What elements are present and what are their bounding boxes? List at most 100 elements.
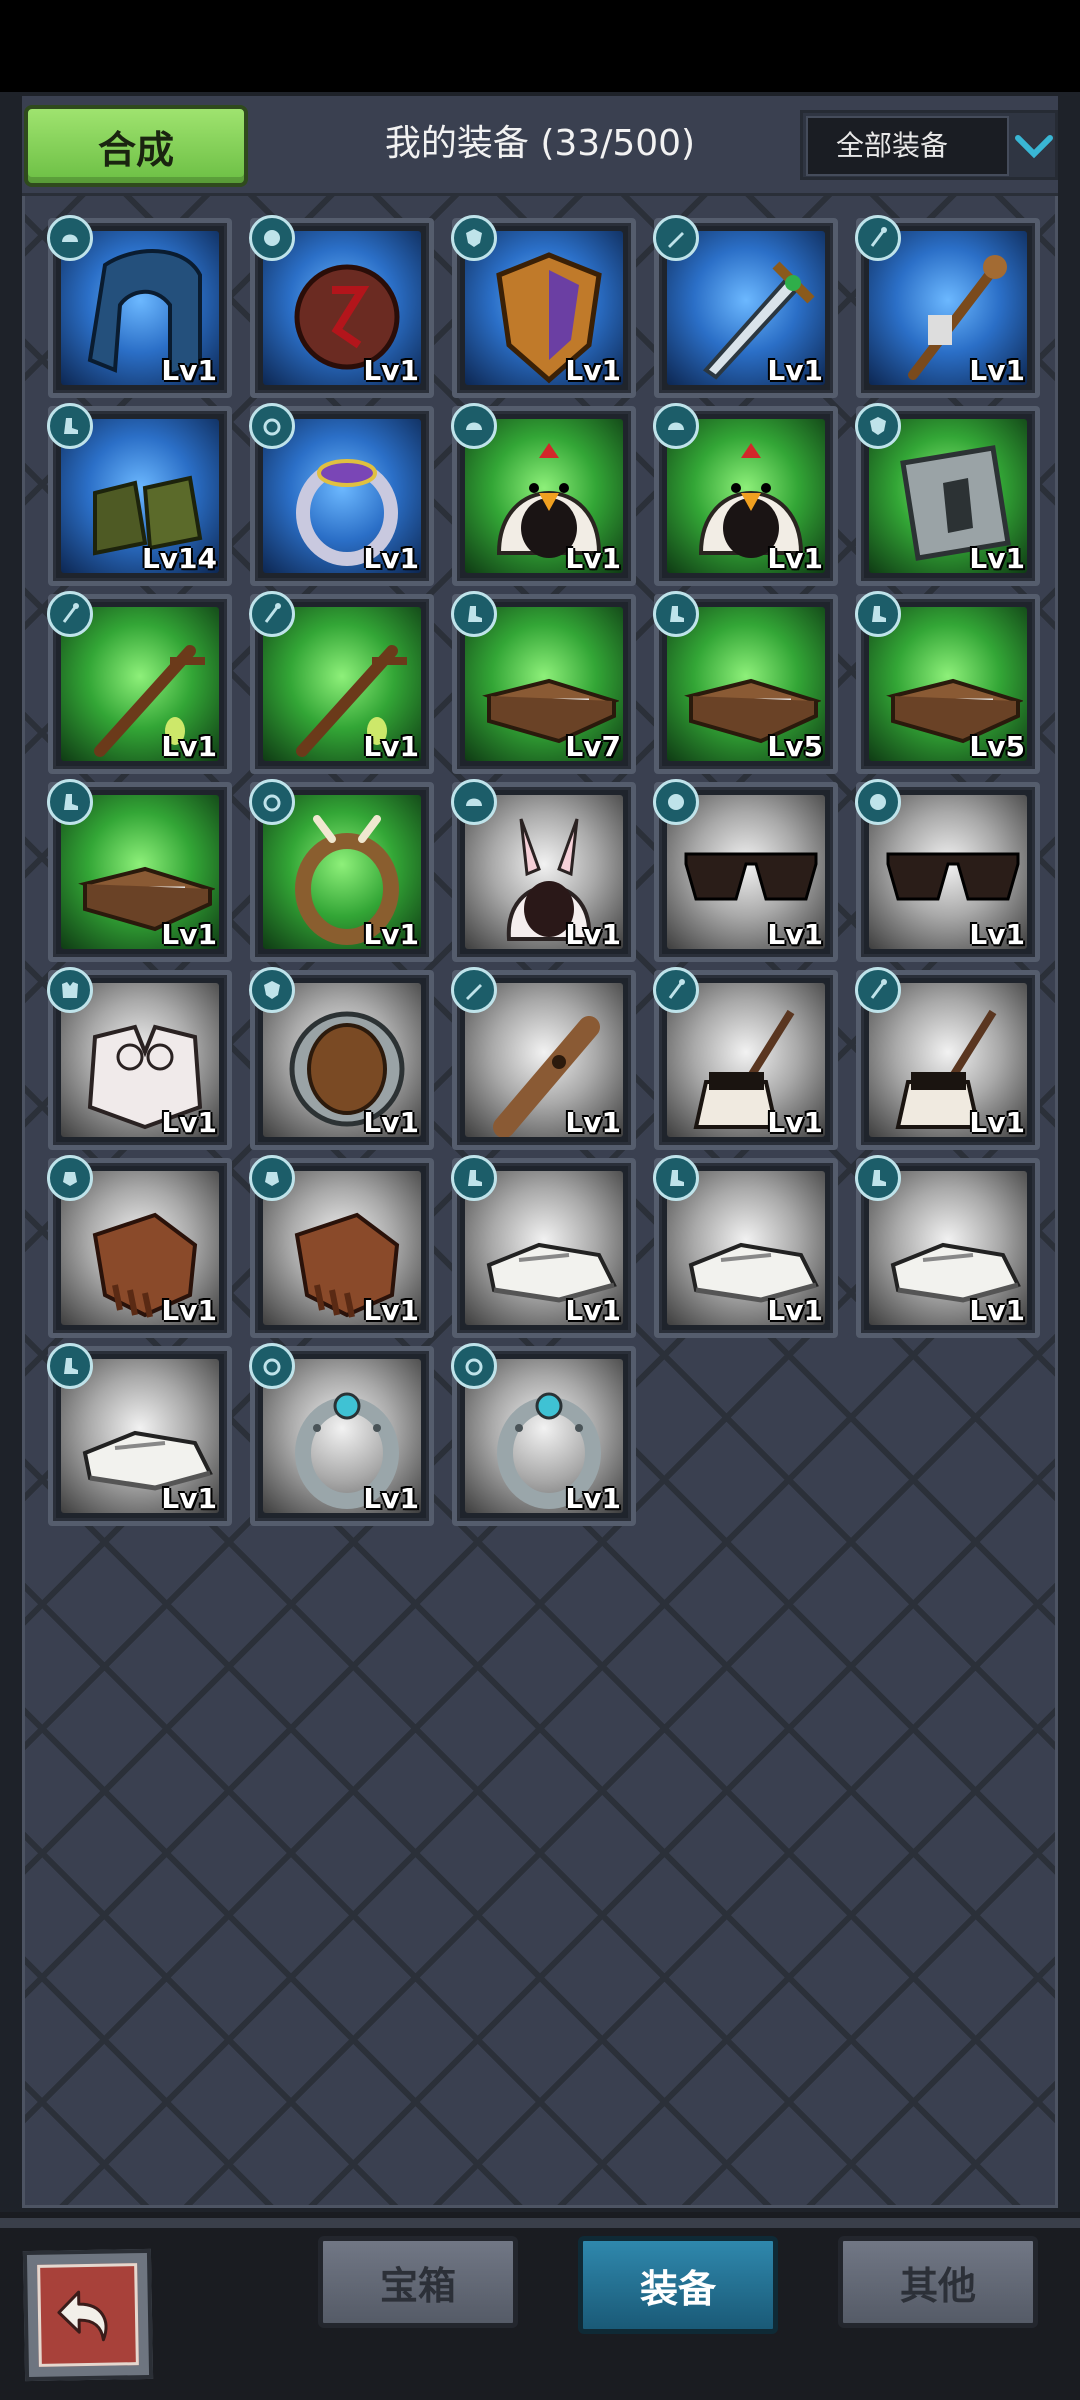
offhand-slot-icon	[249, 967, 295, 1013]
filter-select[interactable]: 全部装备	[806, 116, 1009, 176]
helmet-slot-icon	[451, 403, 497, 449]
item-level: Lv1	[161, 354, 217, 387]
tab-equipment[interactable]: 装备	[578, 2236, 778, 2334]
item-level: Lv1	[565, 918, 621, 951]
staff-slot-icon	[47, 591, 93, 637]
boots-slot-icon	[451, 591, 497, 637]
item-level: Lv1	[565, 542, 621, 575]
bottom-divider	[0, 2218, 1080, 2228]
item-level: Lv7	[565, 730, 621, 763]
equipment-slot-chicken-hat[interactable]: Lv1	[653, 403, 838, 586]
item-level: Lv1	[767, 1106, 823, 1139]
equipment-slot-metal-ring[interactable]: Lv1	[451, 1343, 636, 1526]
item-level: Lv1	[363, 542, 419, 575]
helmet-slot-icon	[653, 403, 699, 449]
item-level: Lv1	[767, 1294, 823, 1327]
boots-slot-icon	[47, 1343, 93, 1389]
item-level: Lv1	[969, 918, 1025, 951]
item-level: Lv1	[363, 918, 419, 951]
equipment-slot-broom[interactable]: Lv1	[653, 967, 838, 1150]
boots-slot-icon	[47, 403, 93, 449]
weapon-slot-icon	[653, 215, 699, 261]
back-arrow-icon	[37, 2263, 139, 2367]
item-level: Lv14	[141, 542, 217, 575]
item-level: Lv5	[767, 730, 823, 763]
equipment-slot-bunny-hood[interactable]: Lv1	[451, 779, 636, 962]
equipment-slot-shoes[interactable]: Lv1	[451, 1155, 636, 1338]
tab-chest[interactable]: 宝箱	[318, 2236, 518, 2328]
item-level: Lv1	[565, 354, 621, 387]
equipment-slot-shoes[interactable]: Lv1	[47, 1343, 232, 1526]
gloves-slot-icon	[249, 1155, 295, 1201]
back-button[interactable]	[22, 2248, 154, 2382]
item-level: Lv1	[565, 1106, 621, 1139]
equipment-slot-sandals[interactable]: Lv5	[653, 591, 838, 774]
staff-slot-icon	[855, 967, 901, 1013]
equipment-slot-horn-ring[interactable]: Lv1	[249, 779, 434, 962]
equipment-slot-wooden-sword[interactable]: Lv1	[451, 967, 636, 1150]
item-level: Lv1	[767, 918, 823, 951]
item-level: Lv1	[161, 1106, 217, 1139]
item-level: Lv1	[969, 1106, 1025, 1139]
staff-slot-icon	[653, 967, 699, 1013]
staff-slot-icon	[249, 591, 295, 637]
item-level: Lv1	[363, 730, 419, 763]
item-level: Lv1	[161, 730, 217, 763]
helmet-slot-icon	[451, 779, 497, 825]
equipment-slot-sword[interactable]: Lv1	[653, 215, 838, 398]
necklace-slot-icon	[855, 779, 901, 825]
equipment-slot-shield[interactable]: Lv1	[451, 215, 636, 398]
equipment-slot-gloves[interactable]: Lv1	[249, 1155, 434, 1338]
staff-slot-icon	[855, 215, 901, 261]
equipment-slot-boots[interactable]: Lv14	[47, 403, 232, 586]
equipment-slot-wood-staff[interactable]: Lv1	[249, 591, 434, 774]
boots-slot-icon	[855, 591, 901, 637]
item-level: Lv1	[363, 354, 419, 387]
item-level: Lv1	[363, 1294, 419, 1327]
ring-slot-icon	[451, 1343, 497, 1389]
equipment-slot-round-shield[interactable]: Lv1	[249, 967, 434, 1150]
equipment-slot-gloves[interactable]: Lv1	[47, 1155, 232, 1338]
chevron-down-icon[interactable]	[1012, 124, 1056, 168]
equipment-slot-staff[interactable]: Lv1	[855, 215, 1040, 398]
tab-other[interactable]: 其他	[838, 2236, 1038, 2328]
equipment-slot-fur-armor[interactable]: Lv1	[47, 967, 232, 1150]
equipment-slot-broom[interactable]: Lv1	[855, 967, 1040, 1150]
equipment-slot-chicken-hat[interactable]: Lv1	[451, 403, 636, 586]
item-level: Lv5	[969, 730, 1025, 763]
armor-slot-icon	[47, 967, 93, 1013]
equipment-slot-sandals[interactable]: Lv7	[451, 591, 636, 774]
equipment-slot-metal-ring[interactable]: Lv1	[249, 1343, 434, 1526]
boots-slot-icon	[451, 1155, 497, 1201]
offhand-slot-icon	[855, 403, 901, 449]
item-level: Lv1	[565, 1294, 621, 1327]
equipment-slot-sandals[interactable]: Lv5	[855, 591, 1040, 774]
status-bar	[0, 0, 1080, 92]
equipment-slot-sunglasses[interactable]: Lv1	[855, 779, 1040, 962]
item-level: Lv1	[969, 354, 1025, 387]
boots-slot-icon	[47, 779, 93, 825]
equipment-slot-shoes[interactable]: Lv1	[855, 1155, 1040, 1338]
equipment-slot-sunglasses[interactable]: Lv1	[653, 779, 838, 962]
boots-slot-icon	[653, 591, 699, 637]
item-level: Lv1	[767, 354, 823, 387]
equipment-slot-ring[interactable]: Lv1	[249, 403, 434, 586]
item-level: Lv1	[161, 1294, 217, 1327]
inventory-title: 我的装备 (33/500)	[384, 123, 696, 164]
item-level: Lv1	[969, 542, 1025, 575]
item-level: Lv1	[363, 1106, 419, 1139]
gloves-slot-icon	[47, 1155, 93, 1201]
merge-button[interactable]: 合成	[24, 105, 248, 187]
equipment-slot-stone-shield[interactable]: Lv1	[855, 403, 1040, 586]
item-level: Lv1	[767, 542, 823, 575]
equipment-slot-sandals[interactable]: Lv1	[47, 779, 232, 962]
ring-slot-icon	[249, 1343, 295, 1389]
weapon-slot-icon	[451, 967, 497, 1013]
necklace-slot-icon	[249, 215, 295, 261]
ring-slot-icon	[249, 403, 295, 449]
equipment-slot-shoes[interactable]: Lv1	[653, 1155, 838, 1338]
equipment-slot-amulet[interactable]: Lv1	[249, 215, 434, 398]
equipment-slot-hood[interactable]: Lv1	[47, 215, 232, 398]
equipment-slot-wood-staff[interactable]: Lv1	[47, 591, 232, 774]
item-level: Lv1	[363, 1482, 419, 1515]
